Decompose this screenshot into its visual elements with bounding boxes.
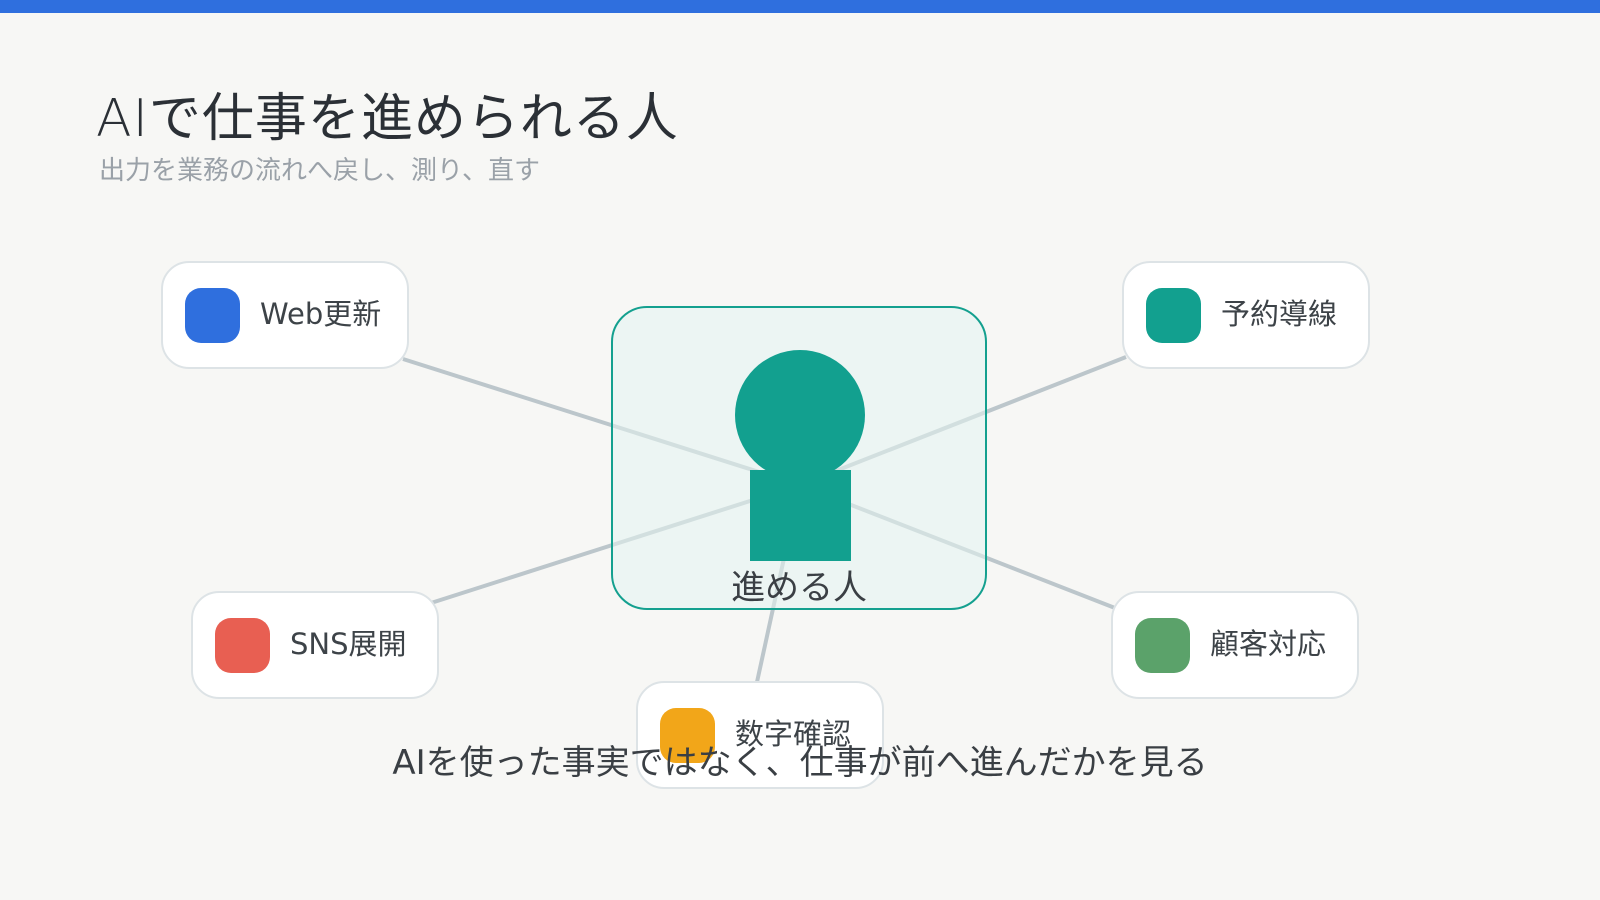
node-sns: SNS展開 [191,591,439,699]
node-reservation-flow: 予約導線 [1122,261,1370,369]
node-customer-support: 顧客対応 [1111,591,1359,699]
node-web-update: Web更新 [161,261,409,369]
person-icon-body [750,470,851,561]
slide: AIで仕事を進められる人 出力を業務の流れへ戻し、測り、直す 進める人 Web更… [0,0,1600,900]
square-icon [1135,618,1190,673]
node-label: Web更新 [260,297,382,331]
square-icon [215,618,270,673]
caption: AIを使った事実ではなく、仕事が前へ進んだかを見る [392,743,1208,783]
person-icon-head [735,350,865,480]
node-label: 顧客対応 [1210,627,1327,661]
node-label: SNS展開 [290,627,407,661]
square-icon [185,288,240,343]
center-node-label: 進める人 [731,568,867,608]
square-icon [1146,288,1201,343]
node-label: 予約導線 [1221,297,1338,331]
